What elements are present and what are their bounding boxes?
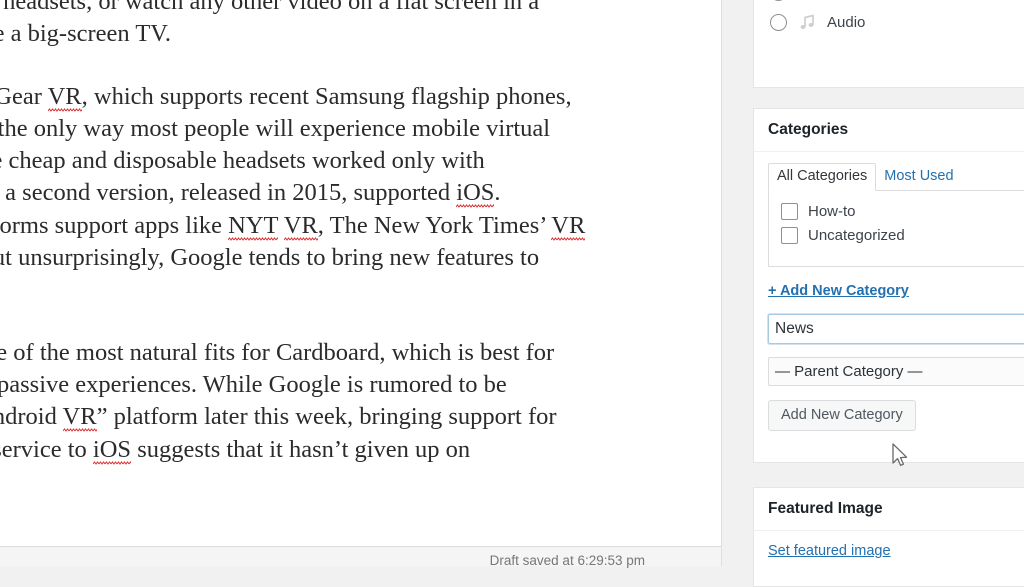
misspelled-word: iOS: [456, 179, 495, 209]
checkbox[interactable]: [781, 227, 798, 244]
misspelled-word: VR: [551, 211, 586, 241]
categories-panel-title: Categories: [754, 109, 1024, 152]
add-new-category-link[interactable]: + Add New Category: [768, 283, 909, 299]
misspelled-word: VR: [62, 403, 97, 433]
featured-image-panel-title: Featured Image: [754, 488, 1024, 531]
category-item-uncategorized[interactable]: Uncategorized: [781, 227, 1024, 244]
radio-button[interactable]: [770, 13, 787, 31]
parent-category-select[interactable]: — Parent Category —: [768, 357, 1024, 386]
category-label: Uncategorized: [808, 227, 905, 244]
format-option-label: Gallery: [827, 0, 875, 1]
editor-text-body[interactable]: e cardboard headsets, or watch any other…: [0, 0, 721, 528]
format-option-label: Audio: [827, 13, 866, 31]
category-item-how-to[interactable]: How-to: [781, 203, 1024, 220]
audio-icon: [797, 12, 819, 32]
editor-status-bar: Draft saved at 6:29:53 pm: [0, 548, 722, 568]
post-content-editor[interactable]: e cardboard headsets, or watch any other…: [0, 0, 722, 547]
tab-most-used[interactable]: Most Used: [876, 164, 961, 190]
misspelled-word: iOS: [92, 435, 132, 465]
set-featured-image-link[interactable]: Set featured image: [768, 543, 891, 559]
format-option-gallery[interactable]: Gallery: [754, 0, 1024, 7]
format-option-audio[interactable]: Audio: [754, 7, 1024, 37]
misspelled-word: VR: [47, 82, 82, 112]
gallery-icon: [797, 0, 819, 2]
editor-paragraph: e cardboard headsets, or watch any other…: [0, 0, 540, 48]
categories-checkbox-list: How-to Uncategorized: [768, 191, 1024, 267]
radio-button[interactable]: [770, 0, 787, 1]
checkbox[interactable]: [781, 203, 798, 220]
tab-all-categories[interactable]: All Categories: [768, 163, 877, 191]
featured-image-panel: Featured Image Set featured image: [753, 487, 1024, 587]
add-new-category-button[interactable]: Add New Category: [768, 400, 916, 431]
misspelled-word: VR: [283, 211, 318, 241]
category-label: How-to: [808, 203, 856, 220]
post-format-panel: Video Gallery: [753, 0, 1024, 88]
post-settings-sidebar: Video Gallery: [753, 0, 1024, 587]
misspelled-word: NYT: [228, 211, 279, 241]
categories-panel: Categories All Categories Most Used How-…: [753, 108, 1024, 463]
layout-gutter: [722, 0, 753, 566]
editor-paragraph: Samsung’s Gear VR, which supports recent…: [0, 82, 586, 272]
categories-panel-body: All Categories Most Used How-to Uncatego…: [754, 152, 1024, 445]
editor-paragraph: remains one of the most natural fits for…: [0, 338, 557, 465]
new-category-name-input[interactable]: [768, 314, 1024, 344]
categories-tabs: All Categories Most Used: [768, 163, 1024, 191]
post-format-list: Video Gallery: [754, 0, 1024, 37]
